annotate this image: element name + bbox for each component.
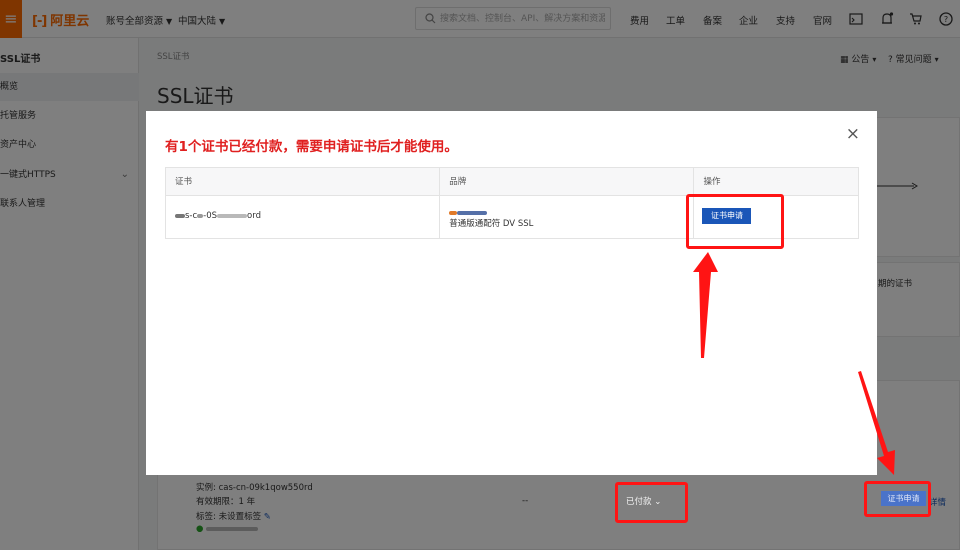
arrow-up-icon — [693, 252, 718, 358]
annotation-arrows — [693, 252, 895, 475]
arrow-down-icon — [858, 371, 895, 475]
